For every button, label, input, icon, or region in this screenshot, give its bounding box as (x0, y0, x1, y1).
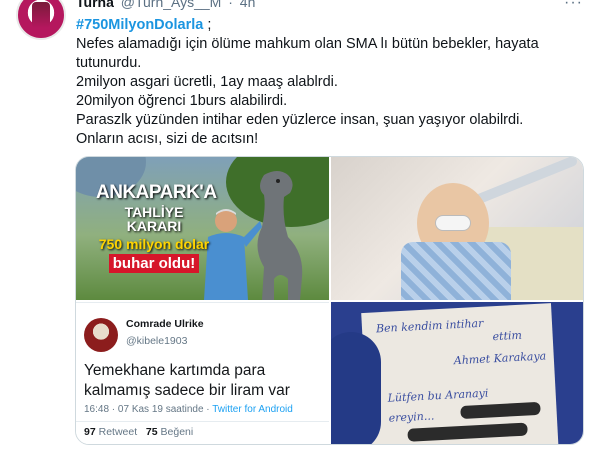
like-label: Beğeni (160, 426, 194, 438)
author-avatar[interactable] (16, 0, 66, 40)
tweet-line-3: 2milyon asgari ücretli, 1ay maaş alablrd… (76, 74, 338, 90)
breathing-tube-shape (435, 215, 471, 231)
image-caption: ANKAPARK'A TAHLİYE KARARI 750 milyon dol… (96, 182, 217, 273)
tweet-line-0: #750MilyonDolarla ; (76, 16, 581, 35)
tweet-text: #750MilyonDolarla ; Nefes alamadığı için… (76, 16, 581, 149)
caption-line-3: 750 milyon dolar (98, 236, 210, 252)
hashtag-suffix: ; (203, 17, 212, 33)
glove-shape (331, 332, 381, 444)
tweet-line-6: Onların acısı, sizi de acıtsın! (76, 131, 259, 147)
embedded-avatar (84, 318, 118, 352)
redaction-bar (460, 401, 541, 420)
tweet-header: Turna @Turn_Ays__M · 4h (76, 0, 255, 10)
media-grid: ANKAPARK'A TAHLİYE KARARI 750 milyon dol… (75, 156, 584, 445)
avatar-logo-icon (32, 2, 50, 28)
embedded-divider (76, 421, 329, 422)
note-line-3: Ahmet Karakaya (453, 349, 547, 368)
tweet-line-5: Paraszlk yüzünden intihar eden yüzlerce … (76, 112, 524, 128)
embedded-source: Twitter for Android (212, 404, 293, 415)
embedded-timestamp: 16:48 · 07 Kas 19 saatinde · Twitter for… (84, 404, 293, 415)
note-paper: Ben kendim intihar ettim Ahmet Karakaya … (361, 303, 559, 444)
tweet-age[interactable]: 4h (240, 0, 256, 10)
media-image-embedded-tweet[interactable]: Comrade Ulrike @kibele1903 Yemekhane kar… (76, 302, 329, 444)
embedded-time: 16:48 · 07 Kas 19 saatinde · (84, 404, 213, 415)
caption-line-2: TAHLİYE KARARI (124, 204, 184, 234)
redaction-bar (407, 422, 528, 442)
media-image-ankapark[interactable]: ANKAPARK'A TAHLİYE KARARI 750 milyon dol… (76, 157, 329, 300)
note-line-2: ettim (492, 328, 523, 344)
media-image-hospital-baby[interactable] (331, 157, 583, 300)
caption-line-1: ANKAPARK'A (96, 182, 217, 203)
retweet-label: Retweet (98, 426, 138, 438)
embedded-tweet-text: Yemekhane kartımda para kalmamış sadece … (84, 362, 290, 399)
author-handle[interactable]: @Turn_Ays__M (121, 0, 222, 10)
embedded-author-name: Comrade Ulrike (126, 318, 204, 330)
tweet-line-4: 20milyon öğrenci 1burs alabilirdi. (76, 93, 288, 109)
media-image-handwritten-note[interactable]: Ben kendim intihar ettim Ahmet Karakaya … (331, 302, 583, 444)
embedded-author-handle: @kibele1903 (126, 335, 188, 347)
note-line-4: Lütfen bu Aranayi (387, 386, 489, 405)
note-line-5: ereyin... (388, 409, 435, 425)
caption-line-4: buhar oldu! (108, 254, 200, 273)
tweet-line-1: Nefes alamadığı için ölüme mahkum olan S… (76, 36, 539, 52)
author-name[interactable]: Turna (76, 0, 114, 10)
header-separator: · (228, 0, 233, 10)
hashtag-link[interactable]: #750MilyonDolarla (76, 17, 203, 33)
like-count: 75 (145, 426, 158, 438)
blanket-shape (401, 242, 511, 300)
more-options-icon[interactable]: ··· (564, 0, 583, 12)
embedded-stats: 97 Retweet 75 Beğeni (84, 426, 193, 438)
note-line-1: Ben kendim intihar (375, 316, 484, 336)
retweet-count: 97 (84, 426, 96, 438)
tweet-line-2: tutunurdu. (76, 55, 142, 71)
